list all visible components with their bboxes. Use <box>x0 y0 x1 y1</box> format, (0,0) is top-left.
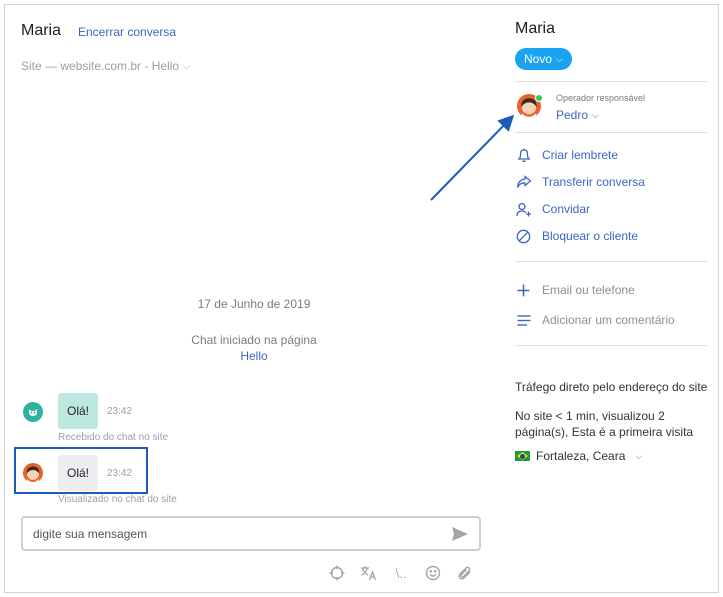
location-text: Fortaleza, Ceara <box>536 449 626 463</box>
add-contact-info-action[interactable]: Email ou telefone <box>515 281 635 299</box>
location-dropdown[interactable]: Fortaleza, Ceara ⌵ <box>515 449 642 463</box>
action-label: Transferir conversa <box>542 175 645 189</box>
end-conversation-link[interactable]: Encerrar conversa <box>78 25 176 39</box>
chat-started-info: Chat iniciado na página Hello <box>5 332 503 364</box>
block-client-action[interactable]: Bloquear o cliente <box>515 227 638 245</box>
status-label: Novo <box>524 52 553 66</box>
operator-name: Pedro <box>556 108 589 122</box>
chat-started-text: Chat iniciado na página <box>191 333 317 347</box>
divider <box>515 132 708 133</box>
transfer-conversation-action[interactable]: Transferir conversa <box>515 173 645 191</box>
date-separator: 17 de Junho de 2019 <box>197 297 311 311</box>
add-comment-action[interactable]: Adicionar um comentário <box>515 311 675 329</box>
add-user-icon <box>515 201 532 218</box>
emoji-icon[interactable] <box>417 563 449 583</box>
message-status: Visualizado no chat do site <box>58 494 177 505</box>
bell-icon <box>515 147 532 164</box>
site-info-dropdown[interactable]: Site — website.com.br - Hello ⌵ <box>21 59 190 73</box>
lines-icon <box>515 312 532 329</box>
chat-started-page-link[interactable]: Hello <box>5 348 503 364</box>
divider <box>515 81 708 82</box>
status-dropdown[interactable]: Novo ⌵ <box>515 48 572 70</box>
panel-contact-name: Maria <box>515 20 556 37</box>
chevron-down-icon: ⌵ <box>183 60 190 71</box>
chevron-down-icon: ⌵ <box>635 450 643 461</box>
block-icon <box>515 228 532 245</box>
message-time: 23:42 <box>107 406 133 417</box>
create-reminder-action[interactable]: Criar lembrete <box>515 146 618 164</box>
forward-icon <box>515 174 532 191</box>
meta-action-label: Adicionar um comentário <box>542 313 675 327</box>
chat-window: Maria Encerrar conversa Site — website.c… <box>4 4 719 593</box>
composer-toolbar: \.. <box>321 563 481 583</box>
shortcut-icon[interactable]: \.. <box>385 563 417 583</box>
meta-action-label: Email ou telefone <box>542 283 635 297</box>
message-text: Olá! <box>66 466 89 480</box>
message-time: 23:42 <box>107 468 133 479</box>
site-info-text: Site — website.com.br - Hello <box>21 59 180 73</box>
message-input[interactable] <box>33 525 433 543</box>
outgoing-message-bubble: Olá! <box>58 455 98 491</box>
bot-avatar-icon <box>23 402 43 422</box>
translate-icon[interactable] <box>353 563 385 583</box>
action-label: Criar lembrete <box>542 148 619 162</box>
send-icon[interactable] <box>451 526 469 542</box>
traffic-source: Tráfego direto pelo endereço do site <box>515 380 708 394</box>
action-label: Convidar <box>542 202 591 216</box>
message-status: Recebido do chat no site <box>58 432 169 443</box>
attach-icon[interactable] <box>449 563 481 583</box>
operator-avatar <box>23 463 43 483</box>
crosshair-icon[interactable] <box>321 563 353 583</box>
chat-contact-name: Maria <box>21 22 62 39</box>
operator-label: Operador responsável <box>556 93 646 103</box>
message-text: Olá! <box>66 404 89 418</box>
chevron-down-icon: ⌵ <box>592 109 599 120</box>
plus-icon <box>515 282 532 299</box>
divider <box>515 261 708 262</box>
incoming-message-bubble: Olá! <box>58 393 98 429</box>
shortcut-text: \.. <box>395 565 407 581</box>
operator-dropdown[interactable]: Pedro ⌵ <box>556 108 599 122</box>
divider <box>515 345 708 346</box>
invite-action[interactable]: Convidar <box>515 200 590 218</box>
visit-info: No site < 1 min, visualizou 2 página(s),… <box>515 409 694 439</box>
message-composer <box>21 516 481 551</box>
chevron-down-icon: ⌵ <box>556 53 563 64</box>
brazil-flag-icon <box>515 451 530 461</box>
online-status-indicator <box>535 94 543 102</box>
action-label: Bloquear o cliente <box>542 229 639 243</box>
